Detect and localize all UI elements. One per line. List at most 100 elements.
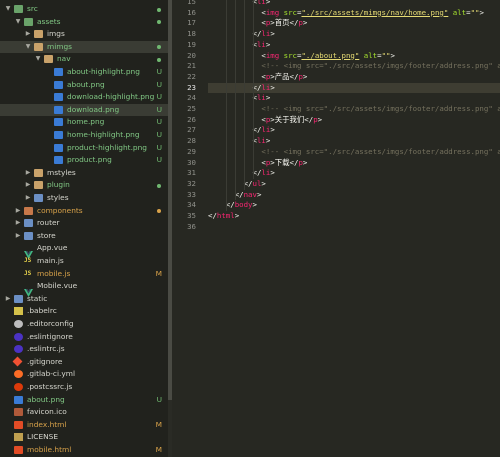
line-number-gutter: 15 16 17 18 19 20 21 22 23 24 25 26 27 28 29 30 31 32 33 34… xyxy=(172,0,208,457)
html-file-icon xyxy=(14,446,23,454)
git-status-badge: U xyxy=(156,155,162,165)
tree-item[interactable]: App.vue xyxy=(0,242,168,260)
chevron-right-icon[interactable]: ▶ xyxy=(24,179,32,192)
chevron-down-icon[interactable]: ▼ xyxy=(14,16,22,29)
tree-item[interactable]: ▼ nav xyxy=(0,53,168,66)
tree-item-label: src xyxy=(27,4,38,13)
tree-item-label: .gitlab-ci.yml xyxy=(27,369,76,379)
tree-item[interactable]: favicon.ico xyxy=(0,406,168,419)
code-line[interactable]: </nav> xyxy=(208,190,500,201)
line-number: 21 xyxy=(187,61,196,71)
tree-item[interactable]: about.png U xyxy=(0,79,168,92)
tree-item-label: .babelrc xyxy=(27,306,57,316)
tree-item[interactable]: .editorconfig xyxy=(0,318,168,331)
chevron-right-icon[interactable]: ▶ xyxy=(14,205,22,218)
git-status-badge: U xyxy=(156,117,162,127)
tree-item[interactable]: ▶ plugin xyxy=(0,179,168,192)
tree-item-label: plugin xyxy=(47,180,70,190)
tree-item[interactable]: ▼ assets xyxy=(0,16,168,29)
code-area[interactable]: <li> <img src="./src/assets/mimgs/nav/hom… xyxy=(208,0,500,457)
tree-item[interactable]: product-highlight.png U xyxy=(0,142,168,155)
tree-item[interactable]: .gitlab-ci.yml xyxy=(0,368,168,381)
tree-item[interactable]: ▼ src xyxy=(0,3,168,16)
tree-item[interactable]: ▶ styles xyxy=(0,192,168,205)
tree-item[interactable]: .eslintignore xyxy=(0,331,168,344)
chevron-down-icon[interactable]: ▼ xyxy=(4,3,12,16)
code-token: body xyxy=(234,200,253,210)
editor-window: ▼ src ▼ assets ▶ imgs ▼ mimgs ▼ nav about-highligh… xyxy=(0,0,500,457)
tree-item[interactable]: mobile.html M xyxy=(0,444,168,457)
tree-item-label: components xyxy=(37,205,83,215)
code-line[interactable]: </html> xyxy=(208,211,500,222)
chevron-right-icon[interactable]: ▶ xyxy=(24,28,32,41)
code-token: > xyxy=(261,178,266,188)
code-token: > xyxy=(252,200,257,210)
tree-item[interactable]: download-highlight.png U xyxy=(0,91,168,104)
chevron-down-icon[interactable]: ▼ xyxy=(24,41,32,54)
eslint-icon xyxy=(14,345,23,354)
tree-item[interactable]: about.png U xyxy=(0,394,168,407)
chevron-right-icon[interactable]: ▶ xyxy=(24,192,32,205)
tree-item[interactable]: ▶ components xyxy=(0,205,168,218)
html-file-icon xyxy=(14,420,23,429)
tree-item[interactable]: .postcssrc.js xyxy=(0,381,168,394)
code-token: </ xyxy=(243,178,253,188)
tree-item[interactable]: ▶ static xyxy=(0,293,168,306)
tree-item[interactable]: ▼ mimgs xyxy=(0,40,168,54)
tree-item-label: static xyxy=(27,293,48,303)
git-status-badge: U xyxy=(156,92,162,102)
tree-item[interactable]: ▶ store xyxy=(0,230,168,243)
image-file-icon xyxy=(54,68,63,76)
tree-item[interactable]: JS mobile.js M xyxy=(0,268,168,281)
tree-item-label: mobile.js xyxy=(37,268,71,278)
image-file-icon xyxy=(54,118,63,127)
tree-item[interactable]: download.png U xyxy=(0,103,168,117)
chevron-right-icon[interactable]: ▶ xyxy=(24,167,32,180)
chevron-right-icon[interactable]: ▶ xyxy=(14,217,22,230)
code-token: li xyxy=(256,136,266,146)
tree-item[interactable]: ▶ router xyxy=(0,217,168,230)
code-token: > xyxy=(270,29,275,39)
tree-item[interactable]: ▶ mstyles xyxy=(0,167,168,180)
code-line[interactable] xyxy=(208,222,500,233)
image-file-icon xyxy=(54,80,63,89)
code-token: > xyxy=(256,189,262,199)
tree-item[interactable]: .gitignore xyxy=(0,356,168,369)
file-explorer[interactable]: ▼ src ▼ assets ▶ imgs ▼ mimgs ▼ nav about-highligh… xyxy=(0,0,168,457)
folder-icon xyxy=(24,206,33,215)
git-status-badge: M xyxy=(155,445,162,454)
code-token: </ xyxy=(225,200,235,210)
code-line[interactable]: </body> xyxy=(208,200,500,211)
tree-item[interactable]: home-highlight.png U xyxy=(0,129,168,142)
chevron-down-icon[interactable]: ▼ xyxy=(34,53,42,66)
tree-item[interactable]: .babelrc xyxy=(0,305,168,318)
line-number: 30 xyxy=(187,157,196,167)
tree-item[interactable]: product.png U xyxy=(0,154,168,167)
tree-item[interactable]: LICENSE xyxy=(0,431,168,444)
tree-item[interactable]: Mobile.vue xyxy=(0,280,168,298)
code-token: img xyxy=(265,50,280,60)
line-number: 35 xyxy=(187,211,196,220)
code-line[interactable]: </ul> xyxy=(208,179,500,190)
tree-item-label: favicon.ico xyxy=(27,407,67,417)
tree-item[interactable]: JS main.js xyxy=(0,255,168,268)
tree-item[interactable]: about-highlight.png U xyxy=(0,66,168,79)
image-file-icon xyxy=(54,143,63,152)
code-token: > xyxy=(302,157,308,167)
tree-item[interactable]: ▶ imgs xyxy=(0,28,168,41)
tree-item[interactable]: .eslintrc.js xyxy=(0,343,168,356)
chevron-right-icon[interactable]: ▶ xyxy=(4,293,12,306)
git-status-dot xyxy=(157,45,161,50)
code-token: > xyxy=(270,125,275,135)
tree-item-label: mobile.html xyxy=(27,445,72,454)
code-token: li xyxy=(261,168,271,178)
code-token: "./about.png" xyxy=(301,50,360,60)
tree-item[interactable]: home.png U xyxy=(0,116,168,129)
tree-item-label: home.png xyxy=(67,117,105,127)
chevron-right-icon[interactable]: ▶ xyxy=(14,230,22,243)
tree-item[interactable]: index.html M xyxy=(0,419,168,432)
git-status-dot xyxy=(157,57,161,62)
git-status-dot xyxy=(157,183,161,188)
